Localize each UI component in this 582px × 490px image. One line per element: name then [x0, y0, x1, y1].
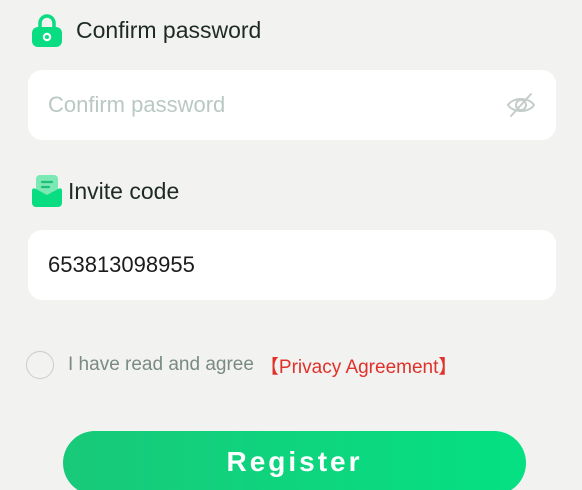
eye-off-icon[interactable] — [506, 90, 536, 120]
confirm-password-label: Confirm password — [76, 16, 262, 43]
lock-icon — [30, 13, 64, 47]
invite-code-field — [28, 230, 556, 300]
invite-code-input[interactable] — [48, 245, 536, 285]
confirm-password-field — [28, 70, 556, 140]
register-button[interactable]: Register — [63, 431, 526, 490]
privacy-agreement-link[interactable]: 【Privacy Agreement】 — [260, 352, 457, 379]
confirm-password-input[interactable] — [48, 85, 506, 125]
agreement-text: I have read and agree — [68, 354, 254, 375]
agreement-row: I have read and agree 【Privacy Agreement… — [26, 351, 457, 379]
confirm-password-label-row: Confirm password — [30, 13, 261, 47]
register-form: Confirm password Invite code 65381309895… — [0, 0, 582, 490]
agreement-checkbox[interactable] — [26, 351, 54, 379]
invite-icon — [30, 173, 64, 209]
invite-code-label-row: Invite code — [30, 173, 179, 209]
invite-code-label: Invite code — [68, 177, 180, 204]
